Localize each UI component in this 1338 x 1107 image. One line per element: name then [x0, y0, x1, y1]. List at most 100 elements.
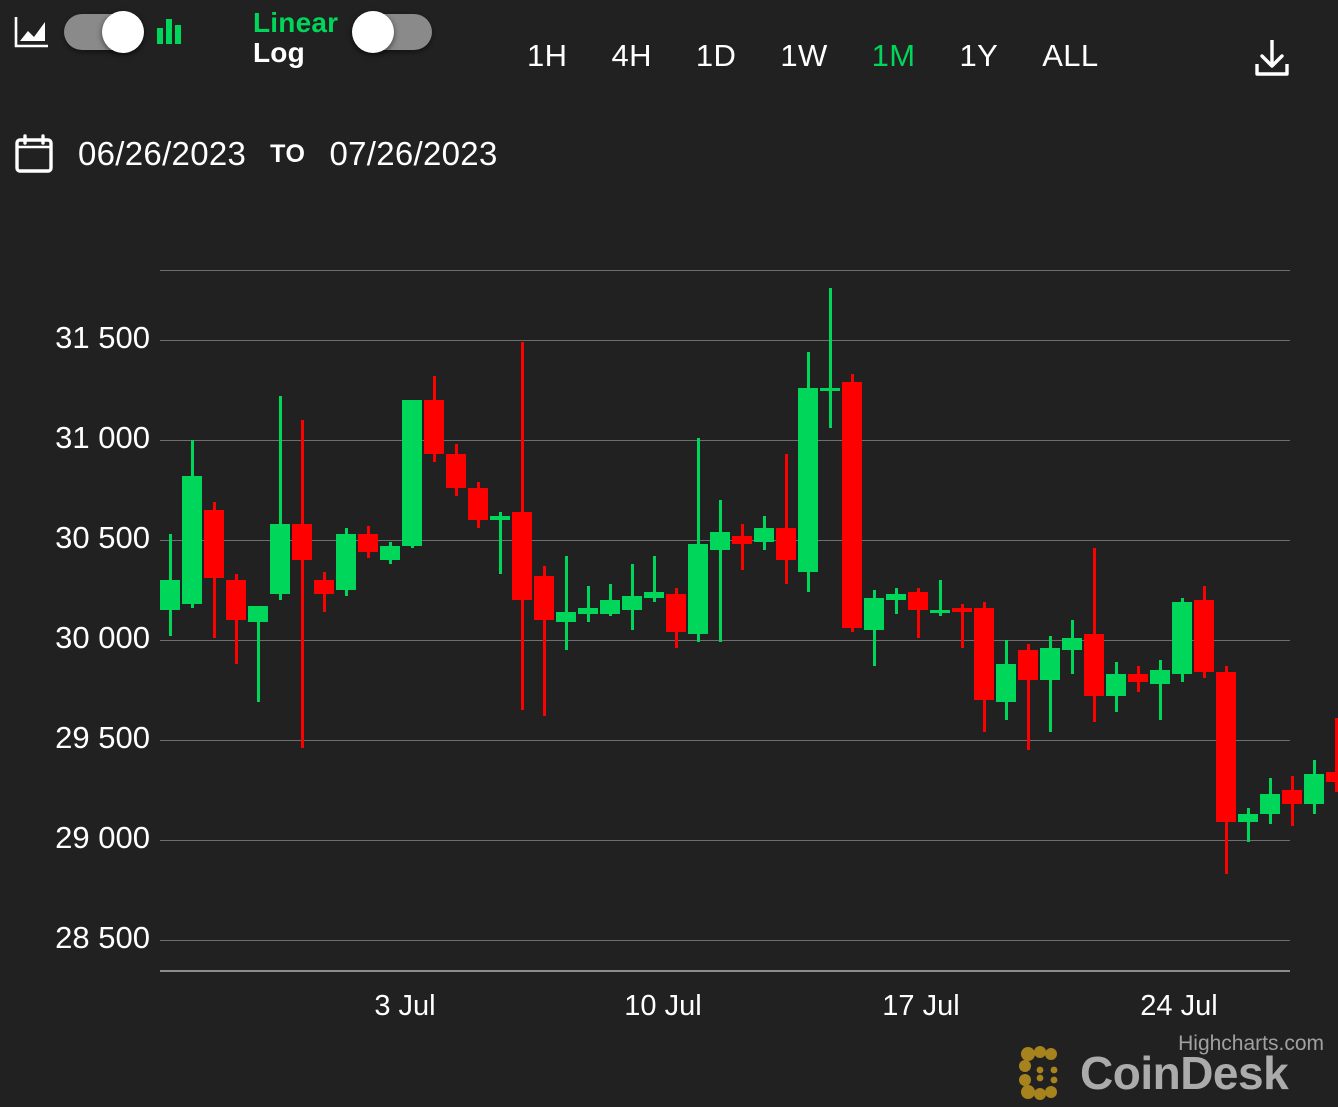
- candlestick[interactable]: [182, 270, 202, 970]
- candlestick[interactable]: [1238, 270, 1258, 970]
- candlestick[interactable]: [336, 270, 356, 970]
- candlestick[interactable]: [688, 270, 708, 970]
- range-button-all[interactable]: ALL: [1020, 38, 1120, 74]
- calendar-icon[interactable]: [14, 134, 54, 174]
- candlestick[interactable]: [160, 270, 180, 970]
- scale-linear-label[interactable]: Linear: [253, 7, 338, 38]
- candlestick-body: [644, 592, 664, 598]
- scale-toggle[interactable]: [352, 11, 433, 53]
- candlestick[interactable]: [204, 270, 224, 970]
- y-axis-tick-label: 30 500: [55, 520, 150, 555]
- scale-toggle-knob[interactable]: [352, 11, 395, 53]
- candlestick[interactable]: [578, 270, 598, 970]
- candlestick[interactable]: [886, 270, 906, 970]
- candlestick[interactable]: [842, 270, 862, 970]
- candlestick[interactable]: [270, 270, 290, 970]
- candlestick-wick: [719, 500, 722, 642]
- candlestick[interactable]: [1282, 270, 1302, 970]
- candlestick[interactable]: [622, 270, 642, 970]
- date-range-end[interactable]: 07/26/2023: [329, 135, 497, 173]
- candlestick[interactable]: [820, 270, 840, 970]
- candlestick[interactable]: [1018, 270, 1038, 970]
- candlestick-body: [490, 516, 510, 520]
- candlestick[interactable]: [446, 270, 466, 970]
- candlestick[interactable]: [402, 270, 422, 970]
- candlestick[interactable]: [996, 270, 1016, 970]
- candlestick-wick: [1159, 660, 1162, 720]
- range-button-1w[interactable]: 1W: [758, 38, 849, 74]
- x-axis-tick-label: 10 Jul: [624, 990, 702, 1022]
- candlestick[interactable]: [1106, 270, 1126, 970]
- candlestick[interactable]: [776, 270, 796, 970]
- candlestick[interactable]: [292, 270, 312, 970]
- y-axis-tick-label: 31 500: [55, 320, 150, 355]
- candlestick[interactable]: [534, 270, 554, 970]
- candlestick[interactable]: [380, 270, 400, 970]
- x-axis-tick-label: 17 Jul: [882, 990, 960, 1022]
- chart-type-toggle-knob[interactable]: [102, 11, 144, 53]
- candlestick-body: [402, 400, 422, 546]
- candlestick[interactable]: [424, 270, 444, 970]
- candlestick[interactable]: [798, 270, 818, 970]
- area-chart-icon[interactable]: [14, 15, 50, 49]
- plot-area[interactable]: [160, 270, 1338, 972]
- candlestick[interactable]: [248, 270, 268, 970]
- candlestick-body: [160, 580, 180, 610]
- range-button-1m[interactable]: 1M: [850, 38, 938, 74]
- candlestick-body: [1260, 794, 1280, 814]
- candlestick-body: [1018, 650, 1038, 680]
- candlestick[interactable]: [1216, 270, 1236, 970]
- candlestick-body: [1172, 602, 1192, 674]
- candlestick[interactable]: [1194, 270, 1214, 970]
- candlestick-body: [886, 594, 906, 600]
- candlestick[interactable]: [666, 270, 686, 970]
- candlestick[interactable]: [1128, 270, 1148, 970]
- candlestick[interactable]: [864, 270, 884, 970]
- candlestick-body: [1062, 638, 1082, 650]
- candlestick-body: [424, 400, 444, 454]
- candlestick[interactable]: [908, 270, 928, 970]
- candlestick[interactable]: [1040, 270, 1060, 970]
- candlestick[interactable]: [1326, 270, 1338, 970]
- y-axis-tick-label: 30 000: [55, 620, 150, 655]
- candlestick[interactable]: [226, 270, 246, 970]
- date-range-start[interactable]: 06/26/2023: [78, 135, 246, 173]
- candlestick[interactable]: [1084, 270, 1104, 970]
- candlestick[interactable]: [974, 270, 994, 970]
- candlestick-body: [1128, 674, 1148, 682]
- candlestick[interactable]: [1150, 270, 1170, 970]
- chart-type-toggle[interactable]: [64, 11, 144, 53]
- candlestick[interactable]: [732, 270, 752, 970]
- candlestick-body: [622, 596, 642, 610]
- candlestick[interactable]: [1062, 270, 1082, 970]
- candlestick[interactable]: [754, 270, 774, 970]
- candlestick[interactable]: [556, 270, 576, 970]
- x-axis-tick-label: 3 Jul: [374, 990, 436, 1022]
- range-button-1y[interactable]: 1Y: [938, 38, 1021, 74]
- candlestick[interactable]: [1304, 270, 1324, 970]
- range-button-1d[interactable]: 1D: [674, 38, 758, 74]
- candlestick[interactable]: [930, 270, 950, 970]
- scale-log-label[interactable]: Log: [253, 37, 338, 68]
- candlestick-body: [974, 608, 994, 700]
- candlestick-body: [512, 512, 532, 600]
- range-button-1h[interactable]: 1H: [505, 38, 589, 74]
- candlestick[interactable]: [600, 270, 620, 970]
- candlestick-chart-icon[interactable]: [156, 15, 182, 49]
- download-icon[interactable]: [1250, 36, 1294, 80]
- candlestick[interactable]: [314, 270, 334, 970]
- candlestick-body: [1194, 600, 1214, 672]
- candlestick[interactable]: [468, 270, 488, 970]
- highcharts-credit[interactable]: Highcharts.com: [1178, 1032, 1324, 1056]
- range-button-4h[interactable]: 4H: [589, 38, 673, 74]
- candlestick[interactable]: [512, 270, 532, 970]
- candlestick[interactable]: [358, 270, 378, 970]
- candlestick[interactable]: [952, 270, 972, 970]
- candlestick[interactable]: [710, 270, 730, 970]
- candlestick[interactable]: [1172, 270, 1192, 970]
- candlestick-body: [292, 524, 312, 560]
- candlestick[interactable]: [644, 270, 664, 970]
- candlestick-wick: [785, 454, 788, 584]
- candlestick[interactable]: [490, 270, 510, 970]
- candlestick[interactable]: [1260, 270, 1280, 970]
